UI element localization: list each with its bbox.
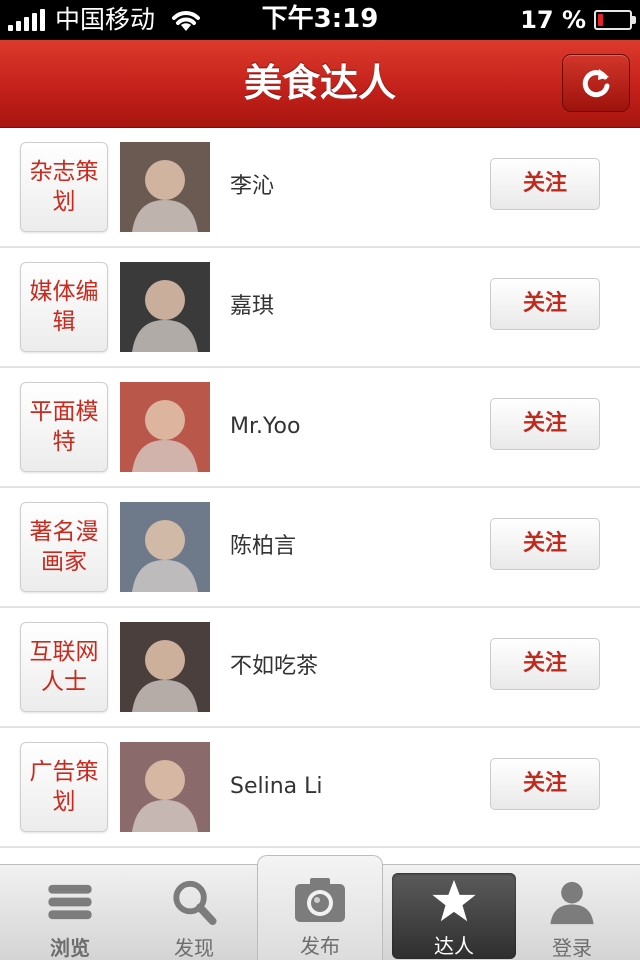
list-item[interactable]: 广告策划 Selina Li 关注	[0, 728, 640, 848]
category-tag-label: 广告策划	[29, 759, 99, 815]
talent-name: Mr.Yoo	[230, 414, 301, 439]
list-item[interactable]: 杂志策划 李沁 关注	[0, 128, 640, 248]
category-tag-label: 媒体编辑	[29, 279, 99, 335]
list-item[interactable]: 平面模特 Mr.Yoo 关注	[0, 368, 640, 488]
search-icon	[173, 880, 217, 926]
tab-talent[interactable]: 达人	[392, 873, 516, 959]
category-tag: 互联网人士	[20, 622, 108, 712]
avatar[interactable]	[120, 622, 210, 712]
category-tag: 著名漫画家	[20, 502, 108, 592]
tab-discover[interactable]: 发现	[132, 865, 256, 960]
list-item[interactable]: 互联网人士 不如吃茶 关注	[0, 608, 640, 728]
nav-bar: 美食达人	[0, 40, 640, 128]
talent-name: 不如吃茶	[230, 654, 319, 679]
avatar[interactable]	[120, 382, 210, 472]
category-tag: 平面模特	[20, 382, 108, 472]
tab-talent-label: 达人	[434, 934, 474, 958]
follow-button[interactable]: 关注	[490, 158, 600, 210]
avatar[interactable]	[120, 142, 210, 232]
status-bar: 中国移动 下午3:19 17 %	[0, 0, 640, 40]
tab-publish[interactable]: 发布	[257, 855, 383, 960]
battery-level	[598, 14, 603, 26]
category-tag-label: 平面模特	[29, 399, 99, 455]
avatar[interactable]	[120, 262, 210, 352]
avatar-photo	[120, 742, 210, 832]
follow-button[interactable]: 关注	[490, 398, 600, 450]
follow-button[interactable]: 关注	[490, 518, 600, 570]
category-tag-label: 互联网人士	[29, 639, 99, 695]
battery-percent: 17 %	[520, 6, 586, 34]
avatar-photo	[120, 142, 210, 232]
tab-login-label: 登录	[552, 936, 592, 960]
category-tag-label: 杂志策划	[29, 159, 99, 215]
tab-browse[interactable]: 浏览	[8, 865, 132, 960]
avatar-photo	[120, 502, 210, 592]
category-tag: 杂志策划	[20, 142, 108, 232]
star-icon	[432, 879, 476, 922]
avatar[interactable]	[120, 502, 210, 592]
follow-button[interactable]: 关注	[490, 278, 600, 330]
refresh-icon	[582, 69, 610, 98]
avatar-photo	[120, 262, 210, 352]
browse-icon	[48, 884, 92, 920]
talent-list: 杂志策划 李沁 关注 媒体编辑 嘉琪 关注 平面模特 Mr.Yoo 关注 著名漫画家 陈柏言 关注 互联…	[0, 128, 640, 848]
follow-button[interactable]: 关注	[490, 758, 600, 810]
page-title: 美食达人	[243, 61, 396, 105]
tab-discover-label: 发现	[174, 936, 214, 960]
camera-icon	[295, 878, 345, 922]
tab-bar: 浏览 发现 发布 达人 登录	[0, 855, 640, 960]
avatar[interactable]	[120, 742, 210, 832]
app-screen: 中国移动 下午3:19 17 % 美食达人 杂志策划 李沁 关注 媒体编辑 嘉琪 关注 平面…	[0, 0, 640, 960]
category-tag: 媒体编辑	[20, 262, 108, 352]
user-icon	[550, 881, 594, 925]
category-tag-label: 著名漫画家	[29, 519, 99, 575]
list-item[interactable]: 著名漫画家 陈柏言 关注	[0, 488, 640, 608]
talent-name: Selina Li	[230, 774, 323, 799]
tab-login[interactable]: 登录	[510, 865, 634, 960]
tab-publish-label: 发布	[300, 934, 340, 958]
tab-browse-label: 浏览	[50, 936, 90, 960]
follow-button[interactable]: 关注	[490, 638, 600, 690]
talent-name: 李沁	[230, 174, 275, 199]
refresh-button[interactable]	[562, 54, 630, 112]
battery-icon	[594, 10, 636, 30]
category-tag: 广告策划	[20, 742, 108, 832]
avatar-photo	[120, 622, 210, 712]
talent-name: 嘉琪	[230, 294, 275, 319]
status-right: 17 %	[520, 6, 636, 34]
avatar-photo	[120, 382, 210, 472]
talent-name: 陈柏言	[230, 534, 297, 559]
list-item[interactable]: 媒体编辑 嘉琪 关注	[0, 248, 640, 368]
